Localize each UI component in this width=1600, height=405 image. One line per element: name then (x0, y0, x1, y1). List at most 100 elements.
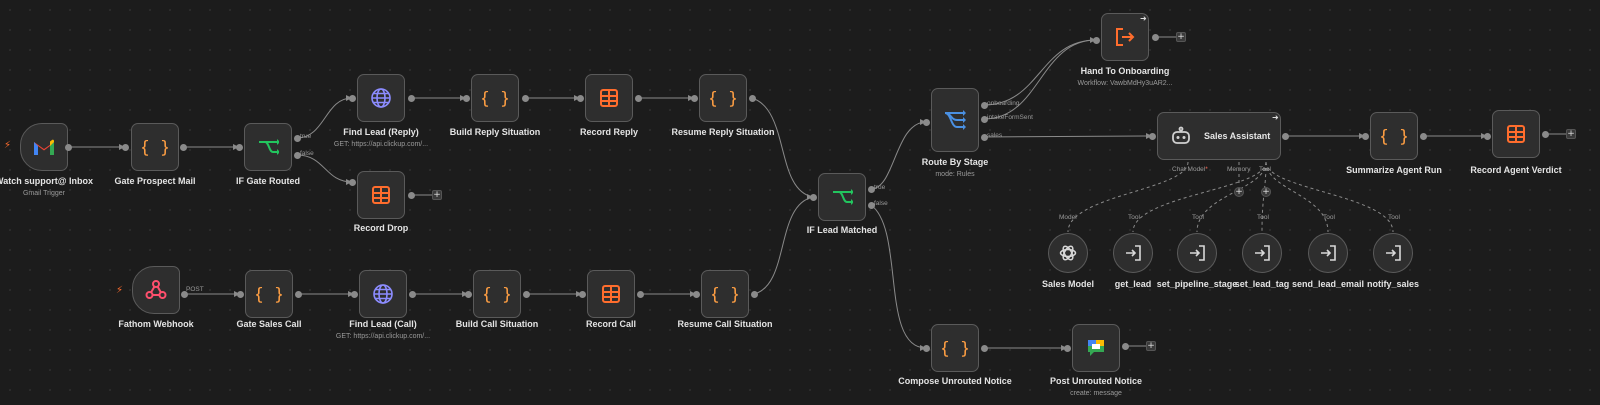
output-port[interactable] (407, 94, 415, 102)
input-port[interactable] (922, 344, 930, 352)
node-sales-model[interactable] (1048, 233, 1088, 273)
open-subworkflow-icon[interactable]: ➜ (1272, 114, 1279, 122)
input-port[interactable] (235, 143, 243, 151)
node-subtitle: GET: https://api.clickup.com/... (335, 333, 431, 340)
node-gate-sales-call[interactable]: { } (245, 270, 293, 318)
node-fathom-webhook[interactable] (132, 266, 180, 314)
input-port[interactable] (922, 118, 930, 126)
input-port[interactable] (1148, 132, 1156, 140)
add-node-button[interactable]: + (1566, 129, 1576, 139)
node-post-unrouted-notice[interactable] (1072, 324, 1120, 372)
tool-arrow-icon (1190, 245, 1205, 261)
output-port[interactable] (750, 290, 758, 298)
trigger-bolt-icon: ⚡ (116, 285, 124, 296)
robot-icon (1172, 126, 1190, 144)
input-port[interactable] (1483, 132, 1491, 140)
code-braces-icon: { } (142, 138, 168, 158)
node-title: Post Unrouted Notice (1049, 376, 1142, 386)
output-port[interactable] (522, 290, 530, 298)
input-port[interactable] (692, 290, 700, 298)
input-port[interactable] (578, 290, 586, 298)
input-port[interactable] (350, 290, 358, 298)
input-port[interactable] (576, 94, 584, 102)
node-summarize-agent-run[interactable]: { } (1370, 112, 1418, 160)
node-title: Resume Reply Situation (671, 127, 775, 137)
svg-text:{ }: { } (712, 285, 738, 305)
output-port[interactable] (634, 94, 642, 102)
output-port[interactable] (407, 191, 415, 199)
output-port[interactable] (294, 290, 302, 298)
node-compose-unrouted-notice[interactable]: { } (931, 324, 979, 372)
svg-text:{ }: { } (484, 285, 510, 305)
table-icon (600, 89, 618, 107)
svg-text:{ }: { } (142, 138, 168, 158)
node-record-call[interactable] (587, 270, 635, 318)
code-braces-icon: { } (942, 339, 968, 359)
output-port[interactable] (521, 94, 529, 102)
node-title: Record Drop (353, 223, 409, 233)
sub-port-label: Tool (1388, 214, 1400, 221)
node-record-drop[interactable] (357, 171, 405, 219)
node-gate-prospect-mail[interactable]: { } (131, 123, 179, 171)
node-resume-call-situation[interactable]: { } (701, 270, 749, 318)
node-record-reply[interactable] (585, 74, 633, 122)
add-node-button[interactable]: + (1176, 32, 1186, 42)
node-title: Compose Unrouted Notice (898, 376, 1012, 386)
add-node-button[interactable]: + (1146, 341, 1156, 351)
svg-text:{ }: { } (256, 285, 282, 305)
input-port[interactable] (1092, 36, 1100, 44)
node-watch-inbox[interactable] (20, 123, 68, 171)
input-port[interactable] (809, 193, 817, 201)
node-find-lead-reply[interactable] (357, 74, 405, 122)
output-port[interactable] (636, 290, 644, 298)
input-port[interactable] (348, 94, 356, 102)
node-set-lead-tag[interactable] (1242, 233, 1282, 273)
add-memory-button[interactable]: + (1234, 187, 1244, 197)
node-sales-assistant[interactable]: Sales Assistant (1157, 112, 1281, 160)
node-build-call-situation[interactable]: { } (473, 270, 521, 318)
node-find-lead-call[interactable] (359, 270, 407, 318)
input-port[interactable] (1361, 132, 1369, 140)
output-port[interactable] (1281, 132, 1289, 140)
node-send-lead-email[interactable] (1308, 233, 1348, 273)
node-if-gate-routed[interactable] (244, 123, 292, 171)
input-port[interactable] (690, 94, 698, 102)
input-port[interactable] (464, 290, 472, 298)
output-port[interactable] (980, 344, 988, 352)
node-record-agent-verdict[interactable] (1492, 110, 1540, 158)
node-set-pipeline-stage[interactable] (1177, 233, 1217, 273)
add-tool-button[interactable]: + (1261, 187, 1271, 197)
node-get-lead[interactable] (1113, 233, 1153, 273)
node-route-by-stage[interactable] (931, 88, 979, 152)
open-subworkflow-icon[interactable]: ➜ (1140, 15, 1147, 23)
input-port[interactable] (1063, 344, 1071, 352)
output-port[interactable] (179, 143, 187, 151)
port-label-tool: Tool (1259, 166, 1271, 173)
node-title: Route By Stage (921, 157, 989, 167)
add-node-button[interactable]: + (432, 190, 442, 200)
node-notify-sales[interactable] (1373, 233, 1413, 273)
sub-port-label: Tool (1192, 214, 1204, 221)
edge-resume-reply-to-if (751, 97, 814, 198)
output-port[interactable] (1541, 130, 1549, 138)
output-port[interactable] (408, 290, 416, 298)
sub-port-label: Model (1059, 214, 1077, 221)
globe-icon (373, 284, 393, 304)
input-port[interactable] (121, 143, 129, 151)
node-if-lead-matched[interactable] (818, 173, 866, 221)
port-label-chat-model: Chat Model* (1172, 166, 1208, 173)
output-port[interactable] (1121, 342, 1129, 350)
tool-arrow-icon (1321, 245, 1336, 261)
if-branch-icon (833, 189, 853, 205)
output-port[interactable] (64, 143, 72, 151)
code-braces-icon: { } (482, 89, 508, 109)
output-port[interactable] (748, 94, 756, 102)
port-label-false: false (300, 150, 314, 157)
output-port[interactable] (1419, 132, 1427, 140)
node-build-reply-situation[interactable]: { } (471, 74, 519, 122)
output-port[interactable] (1151, 33, 1159, 41)
input-port[interactable] (462, 94, 470, 102)
input-port[interactable] (236, 290, 244, 298)
node-resume-reply-situation[interactable]: { } (699, 74, 747, 122)
input-port[interactable] (348, 178, 356, 186)
